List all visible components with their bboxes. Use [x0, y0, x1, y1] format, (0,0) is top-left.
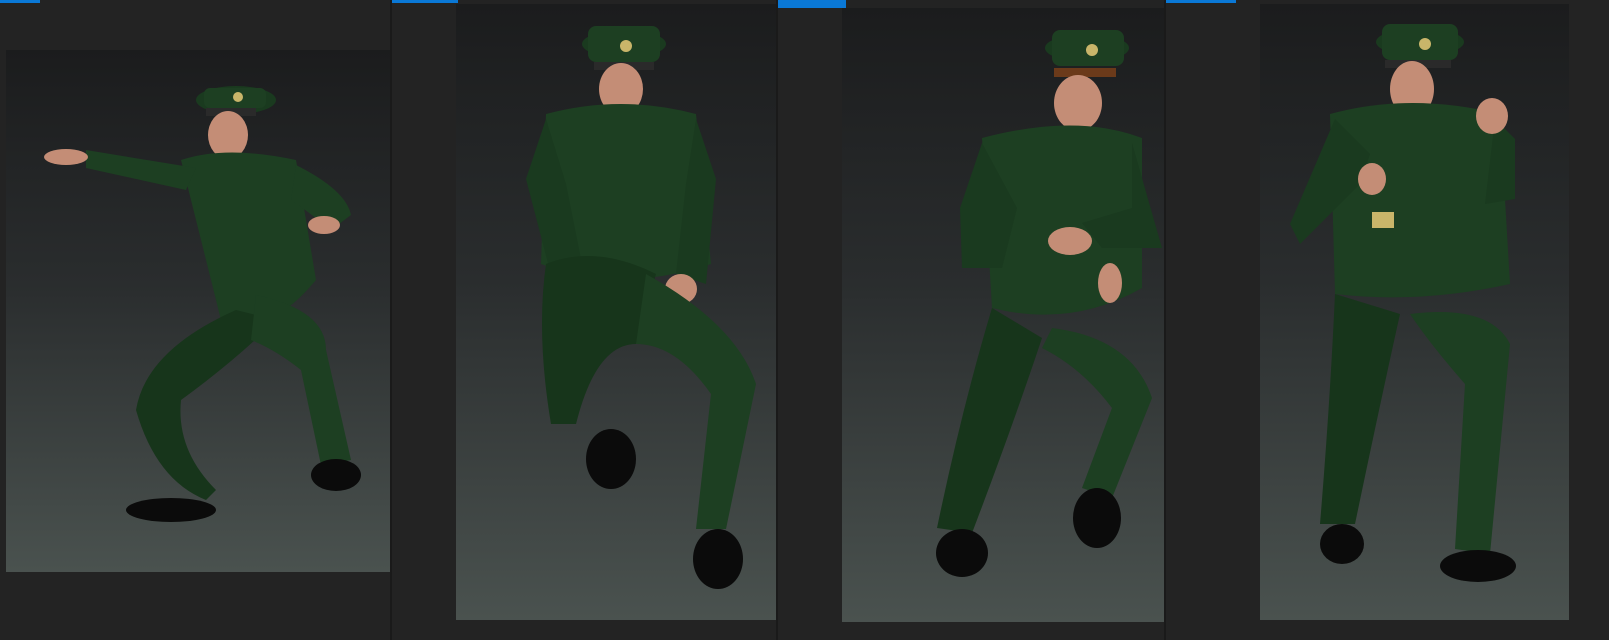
pose-preview-2 [456, 4, 778, 620]
soldier-figure-icon [936, 30, 1162, 577]
soldier-figure-icon [526, 26, 756, 589]
pose-preview-3 [842, 8, 1166, 622]
pose-thumbnail-strip [0, 0, 1609, 640]
pose-thumbnail-1[interactable] [0, 0, 392, 640]
pose-preview-4 [1260, 4, 1569, 620]
pose-thumbnail-3[interactable] [778, 0, 1166, 640]
pose-thumbnail-4[interactable] [1166, 0, 1609, 640]
pose-thumbnail-2[interactable] [392, 0, 778, 640]
selection-indicator [1166, 0, 1236, 3]
soldier-figure-icon [1290, 24, 1516, 582]
selection-indicator [0, 0, 40, 3]
selection-indicator [778, 0, 846, 8]
soldier-figure-icon [44, 86, 361, 522]
pose-preview-1 [6, 50, 392, 572]
selection-indicator [392, 0, 458, 3]
